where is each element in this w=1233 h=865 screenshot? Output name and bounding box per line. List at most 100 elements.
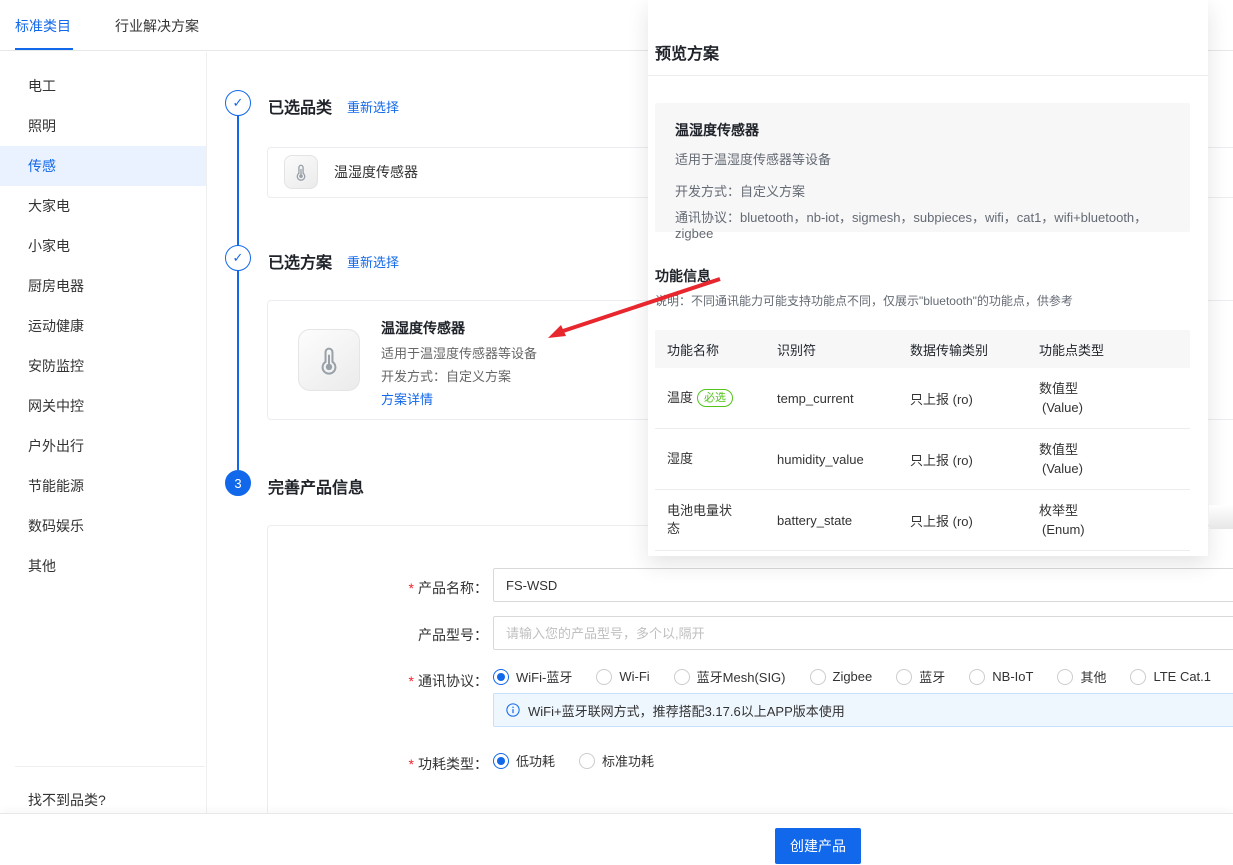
step2-title: 已选方案 — [268, 249, 332, 273]
radio-label: 蓝牙 — [919, 667, 945, 686]
cell-transfer-type: 只上报 (ro) — [898, 450, 1027, 469]
function-name: 湿度 — [667, 450, 693, 468]
tab-industry-solution[interactable]: 行业解决方案 — [115, 16, 199, 36]
cell-identifier: temp_current — [765, 391, 898, 406]
type-code: (Value) — [1039, 398, 1190, 417]
cell-identifier: humidity_value — [765, 452, 898, 467]
product-model-label: 产品型号： — [288, 625, 488, 645]
radio-icon — [1130, 669, 1146, 685]
function-name: 温度 — [667, 389, 693, 407]
label-text: 功耗类型： — [418, 756, 488, 772]
preview-dev-mode: 开发方式：自定义方案 — [675, 181, 1170, 200]
radio-label: 蓝牙Mesh(SIG) — [697, 667, 786, 686]
step1-reselect-link[interactable]: 重新选择 — [347, 97, 399, 116]
product-model-input[interactable] — [493, 616, 1233, 650]
page-footer: 创建产品 — [0, 813, 1233, 865]
solution-detail-link[interactable]: 方案详情 — [381, 389, 433, 408]
sidebar-item-gateway-control[interactable]: 网关中控 — [0, 386, 206, 426]
thermometer-icon — [298, 329, 360, 391]
required-mark: * — [409, 580, 414, 596]
sidebar-item-lighting[interactable]: 照明 — [0, 106, 206, 146]
cell-function-name: 温度必选 — [655, 389, 765, 407]
type-name: 数值型 — [1039, 379, 1190, 398]
radio-icon — [579, 753, 595, 769]
sidebar-item-others[interactable]: 其他 — [0, 546, 206, 586]
product-name-input[interactable] — [493, 568, 1233, 602]
sidebar-item-energy-saving[interactable]: 节能能源 — [0, 466, 206, 506]
radio-label: WiFi-蓝牙 — [516, 667, 572, 686]
protocol-option-zigbee[interactable]: Zigbee — [810, 669, 873, 685]
cell-identifier: battery_state — [765, 513, 898, 528]
preview-solution-desc: 适用于温湿度传感器等设备 — [675, 149, 1170, 168]
step3-title: 完善产品信息 — [268, 474, 364, 498]
product-name-label: *产品名称： — [288, 578, 488, 598]
function-info-title: 功能信息 — [655, 266, 711, 286]
protocol-option-other[interactable]: 其他 — [1057, 667, 1106, 686]
sidebar-item-kitchen-appliance[interactable]: 厨房电器 — [0, 266, 206, 306]
protocol-option-nbiot[interactable]: NB-IoT — [969, 669, 1033, 685]
protocol-option-lte-cat1[interactable]: LTE Cat.1 — [1130, 669, 1211, 685]
preview-solution-name: 温湿度传感器 — [675, 120, 1170, 140]
col-point-type: 功能点类型 — [1027, 340, 1190, 359]
tab-standard-category[interactable]: 标准类目 — [15, 16, 71, 36]
col-identifier: 识别符 — [765, 340, 898, 359]
function-points-table: 功能名称 识别符 数据传输类别 功能点类型 温度必选 temp_current … — [655, 330, 1190, 551]
sidebar-item-sport-health[interactable]: 运动健康 — [0, 306, 206, 346]
radio-icon — [896, 669, 912, 685]
type-name: 数值型 — [1039, 440, 1190, 459]
selected-category-name: 温湿度传感器 — [334, 148, 418, 197]
table-row: 湿度 humidity_value 只上报 (ro) 数值型(Value) — [655, 429, 1190, 490]
power-option-low[interactable]: 低功耗 — [493, 751, 555, 770]
solution-description: 适用于温湿度传感器等设备 — [381, 343, 537, 362]
table-row: 温度必选 temp_current 只上报 (ro) 数值型(Value) — [655, 368, 1190, 429]
step3-number-badge: 3 — [225, 470, 251, 496]
preview-solution-drawer: 预览方案 温湿度传感器 适用于温湿度传感器等设备 开发方式：自定义方案 通讯协议… — [648, 0, 1208, 556]
create-product-button[interactable]: 创建产品 — [775, 828, 861, 864]
solution-dev-mode: 开发方式：自定义方案 — [381, 366, 511, 385]
sidebar-item-electrical[interactable]: 电工 — [0, 66, 206, 106]
cell-point-type: 枚举型(Enum) — [1027, 501, 1190, 539]
sidebar-item-sensor[interactable]: 传感 — [0, 146, 206, 186]
sidebar-item-large-appliance[interactable]: 大家电 — [0, 186, 206, 226]
protocol-option-wifi[interactable]: Wi-Fi — [596, 669, 649, 685]
preview-info-box: 温湿度传感器 适用于温湿度传感器等设备 开发方式：自定义方案 通讯协议：blue… — [655, 103, 1190, 232]
radio-label: Zigbee — [833, 669, 873, 684]
power-option-standard[interactable]: 标准功耗 — [579, 751, 654, 770]
required-badge: 必选 — [697, 389, 733, 407]
radio-label: NB-IoT — [992, 669, 1033, 684]
product-create-page: 标准类目 行业解决方案 电工 照明 传感 大家电 小家电 厨房电器 运动健康 安… — [0, 0, 1233, 865]
protocol-option-wifi-bt[interactable]: WiFi-蓝牙 — [493, 667, 572, 686]
step2-check-icon: ✓ — [225, 245, 251, 271]
cell-function-name: 湿度 — [655, 450, 765, 468]
radio-checked-icon — [493, 753, 509, 769]
protocol-option-bt-mesh[interactable]: 蓝牙Mesh(SIG) — [674, 667, 786, 686]
protocol-option-bluetooth[interactable]: 蓝牙 — [896, 667, 945, 686]
radio-icon — [810, 669, 826, 685]
radio-label: 标准功耗 — [602, 751, 654, 770]
step2-reselect-link[interactable]: 重新选择 — [347, 252, 399, 271]
protocol-hint-text: WiFi+蓝牙联网方式，推荐搭配3.17.6以上APP版本使用 — [528, 701, 845, 720]
radio-label: 其他 — [1080, 667, 1106, 686]
preview-protocols: 通讯协议：bluetooth，nb-iot，sigmesh，subpieces，… — [675, 207, 1170, 241]
radio-label: LTE Cat.1 — [1153, 669, 1211, 684]
cell-function-name: 电池电量状态 — [655, 502, 765, 538]
sidebar-item-digital-entertainment[interactable]: 数码娱乐 — [0, 506, 206, 546]
radio-label: 低功耗 — [516, 751, 555, 770]
sidebar-item-small-appliance[interactable]: 小家电 — [0, 226, 206, 266]
radio-icon — [969, 669, 985, 685]
cannot-find-category-link[interactable]: 找不到品类? — [28, 792, 106, 808]
function-info-note: 说明：不同通讯能力可能支持功能点不同，仅展示"bluetooth"的功能点，供参… — [655, 292, 1073, 309]
preview-title: 预览方案 — [655, 40, 719, 64]
radio-checked-icon — [493, 669, 509, 685]
page-edge-fragment — [1209, 505, 1233, 529]
cell-transfer-type: 只上报 (ro) — [898, 389, 1027, 408]
sidebar-item-outdoor-travel[interactable]: 户外出行 — [0, 426, 206, 466]
cell-transfer-type: 只上报 (ro) — [898, 511, 1027, 530]
radio-icon — [596, 669, 612, 685]
thermometer-icon — [284, 155, 318, 189]
label-text: 产品型号： — [418, 627, 488, 643]
protocol-hint-alert: WiFi+蓝牙联网方式，推荐搭配3.17.6以上APP版本使用 — [493, 693, 1233, 727]
step1-title: 已选品类 — [268, 94, 332, 118]
protocol-radio-group: WiFi-蓝牙 Wi-Fi 蓝牙Mesh(SIG) Zigbee 蓝牙 NB-I… — [493, 667, 1211, 686]
sidebar-item-security-monitor[interactable]: 安防监控 — [0, 346, 206, 386]
